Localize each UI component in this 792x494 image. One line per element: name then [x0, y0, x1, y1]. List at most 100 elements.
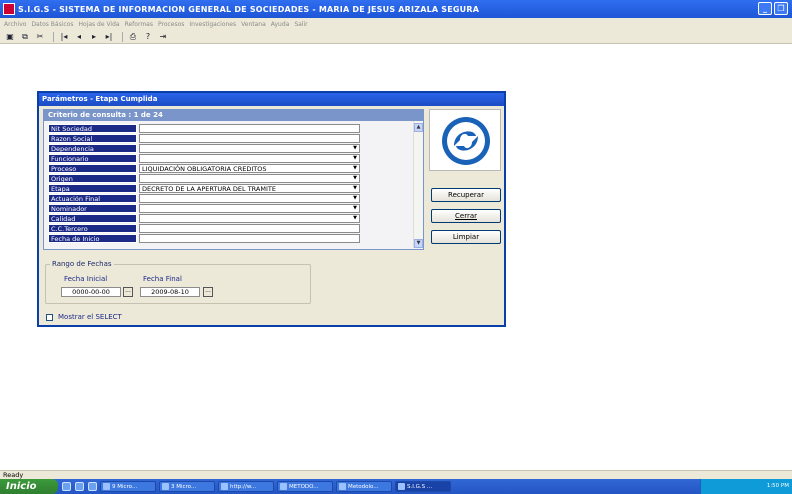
chevron-down-icon[interactable]: ▼ — [351, 155, 359, 162]
cut-icon[interactable]: ✂ — [34, 31, 46, 42]
menu-ventana[interactable]: Ventana — [241, 21, 266, 28]
razon-social-input[interactable] — [139, 134, 360, 143]
exit-icon[interactable]: ⇥ — [157, 31, 169, 42]
menu-reformas[interactable]: Reformas — [125, 21, 153, 28]
date-range-group: Rango de Fechas Fecha Inicial Fecha Fina… — [45, 260, 311, 304]
taskbar-item[interactable]: 3 Micro... — [159, 481, 215, 492]
previous-record-icon[interactable]: ◂ — [73, 31, 85, 42]
field-row-nominador: Nominador ▼ — [48, 204, 360, 213]
next-record-icon[interactable]: ▸ — [88, 31, 100, 42]
system-tray: 1:50 PM — [700, 479, 792, 494]
toolbar-separator — [122, 31, 123, 42]
cc-tercero-input[interactable] — [139, 224, 360, 233]
restore-button[interactable]: ❐ — [774, 2, 788, 15]
field-row-etapa: Etapa DECRETO DE LA APERTURA DEL TRAMITE… — [48, 184, 360, 193]
toolbar-separator — [53, 31, 54, 42]
help-icon[interactable]: ? — [142, 31, 154, 42]
quicklaunch-media-icon[interactable] — [88, 482, 97, 491]
fecha-inicio-input[interactable] — [139, 234, 360, 243]
fecha-final-input[interactable]: 2009-08-10 — [140, 287, 200, 297]
field-label: Razon Social — [48, 134, 137, 143]
nit-sociedad-input[interactable] — [139, 124, 360, 133]
dialog-title: Parámetros - Etapa Cumplida — [39, 93, 504, 106]
recuperar-button[interactable]: Recuperar — [431, 188, 501, 202]
logo — [429, 109, 501, 171]
menu-procesos[interactable]: Procesos — [158, 21, 184, 28]
menu-investigaciones[interactable]: Investigaciones — [189, 21, 236, 28]
chevron-down-icon[interactable]: ▼ — [351, 205, 359, 212]
quicklaunch-desktop-icon[interactable] — [75, 482, 84, 491]
chevron-down-icon[interactable]: ▼ — [351, 175, 359, 182]
dependencia-select[interactable]: ▼ — [139, 144, 360, 153]
taskbar-item-active[interactable]: S.I.G.S ... — [395, 481, 451, 492]
first-record-icon[interactable]: |◂ — [58, 31, 70, 42]
field-row-cc-tercero: C.C.Tercero — [48, 224, 360, 233]
field-label: Actuación Final — [48, 194, 137, 203]
copy-icon[interactable]: ⧉ — [19, 31, 31, 42]
field-label: Etapa — [48, 184, 137, 193]
taskbar-item[interactable]: METODO... — [277, 481, 333, 492]
fecha-inicial-label: Fecha Inicial — [64, 275, 108, 283]
limpiar-button[interactable]: Limpiar — [431, 230, 501, 244]
fecha-final-picker-button[interactable]: ... — [203, 287, 213, 297]
field-row-dependencia: Dependencia ▼ — [48, 144, 360, 153]
parameters-dialog: Parámetros - Etapa Cumplida Criterio de … — [37, 91, 506, 327]
minimize-button[interactable]: _ — [758, 2, 772, 15]
nominador-select[interactable]: ▼ — [139, 204, 360, 213]
chevron-down-icon[interactable]: ▼ — [351, 165, 359, 172]
menu-datos-basicos[interactable]: Datos Básicos — [31, 21, 73, 28]
criteria-panel: Criterio de consulta : 1 de 24 Nit Socie… — [43, 109, 424, 250]
date-range-legend: Rango de Fechas — [50, 260, 114, 268]
menu-ayuda[interactable]: Ayuda — [271, 21, 290, 28]
menu-archivo[interactable]: Archivo — [4, 21, 26, 28]
taskbar-item[interactable]: 9 Micro... — [100, 481, 156, 492]
menu-salir[interactable]: Salir — [294, 21, 307, 28]
field-row-actuacion-final: Actuación Final ▼ — [48, 194, 360, 203]
fecha-inicial-input[interactable]: 0000-00-00 — [61, 287, 121, 297]
chevron-down-icon[interactable]: ▼ — [351, 215, 359, 222]
start-button[interactable]: Inicio — [0, 479, 58, 494]
fecha-final-label: Fecha Final — [143, 275, 182, 283]
quicklaunch-browser-icon[interactable] — [62, 482, 71, 491]
field-row-funcionario: Funcionario ▼ — [48, 154, 360, 163]
toolbar: ▣ ⧉ ✂ |◂ ◂ ▸ ▸| ⎙ ? ⇥ — [0, 30, 792, 44]
last-record-icon[interactable]: ▸| — [103, 31, 115, 42]
origen-select[interactable]: ▼ — [139, 174, 360, 183]
taskbar-item[interactable]: http://w... — [218, 481, 274, 492]
field-row-fecha-inicio: Fecha de Inicio — [48, 234, 360, 243]
field-label: Calidad — [48, 214, 137, 223]
checkbox-box[interactable] — [46, 313, 53, 321]
scroll-down-icon[interactable]: ▼ — [414, 239, 423, 248]
calidad-select[interactable]: ▼ — [139, 214, 360, 223]
save-icon[interactable]: ▣ — [4, 31, 16, 42]
field-value: LIQUIDACIÓN OBLIGATORIA CREDITOS — [142, 165, 267, 173]
fecha-inicial-picker-button[interactable]: ... — [123, 287, 133, 297]
chevron-down-icon[interactable]: ▼ — [351, 195, 359, 202]
menu-hojas-de-vida[interactable]: Hojas de Vida — [78, 21, 119, 28]
chevron-down-icon[interactable]: ▼ — [351, 145, 359, 152]
criteria-header: Criterio de consulta : 1 de 24 — [44, 110, 423, 121]
field-row-origen: Origen ▼ — [48, 174, 360, 183]
field-label: Dependencia — [48, 144, 137, 153]
print-icon[interactable]: ⎙ — [127, 31, 139, 42]
chevron-down-icon[interactable]: ▼ — [351, 185, 359, 192]
funcionario-select[interactable]: ▼ — [139, 154, 360, 163]
criteria-scrollbar[interactable]: ▲ ▼ — [413, 121, 423, 248]
taskbar-item[interactable]: Metodolo... — [336, 481, 392, 492]
cerrar-button[interactable]: Cerrar — [431, 209, 501, 223]
window-titlebar: S.I.G.S - SISTEMA DE INFORMACION GENERAL… — [0, 0, 792, 18]
field-value: DECRETO DE LA APERTURA DEL TRAMITE — [142, 185, 276, 193]
field-label: Nit Sociedad — [48, 124, 137, 133]
mostrar-select-checkbox[interactable]: Mostrar el SELECT — [46, 313, 122, 321]
taskbar: Inicio 9 Micro... 3 Micro... http://w...… — [0, 479, 792, 494]
field-label: Funcionario — [48, 154, 137, 163]
field-label: Nominador — [48, 204, 137, 213]
checkbox-label: Mostrar el SELECT — [58, 313, 122, 321]
window-title: S.I.G.S - SISTEMA DE INFORMACION GENERAL… — [18, 4, 480, 14]
proceso-select[interactable]: LIQUIDACIÓN OBLIGATORIA CREDITOS ▼ — [139, 164, 360, 173]
scroll-up-icon[interactable]: ▲ — [414, 123, 423, 132]
field-label: C.C.Tercero — [48, 224, 137, 233]
app-icon — [3, 3, 15, 15]
actuacion-final-select[interactable]: ▼ — [139, 194, 360, 203]
etapa-select[interactable]: DECRETO DE LA APERTURA DEL TRAMITE ▼ — [139, 184, 360, 193]
